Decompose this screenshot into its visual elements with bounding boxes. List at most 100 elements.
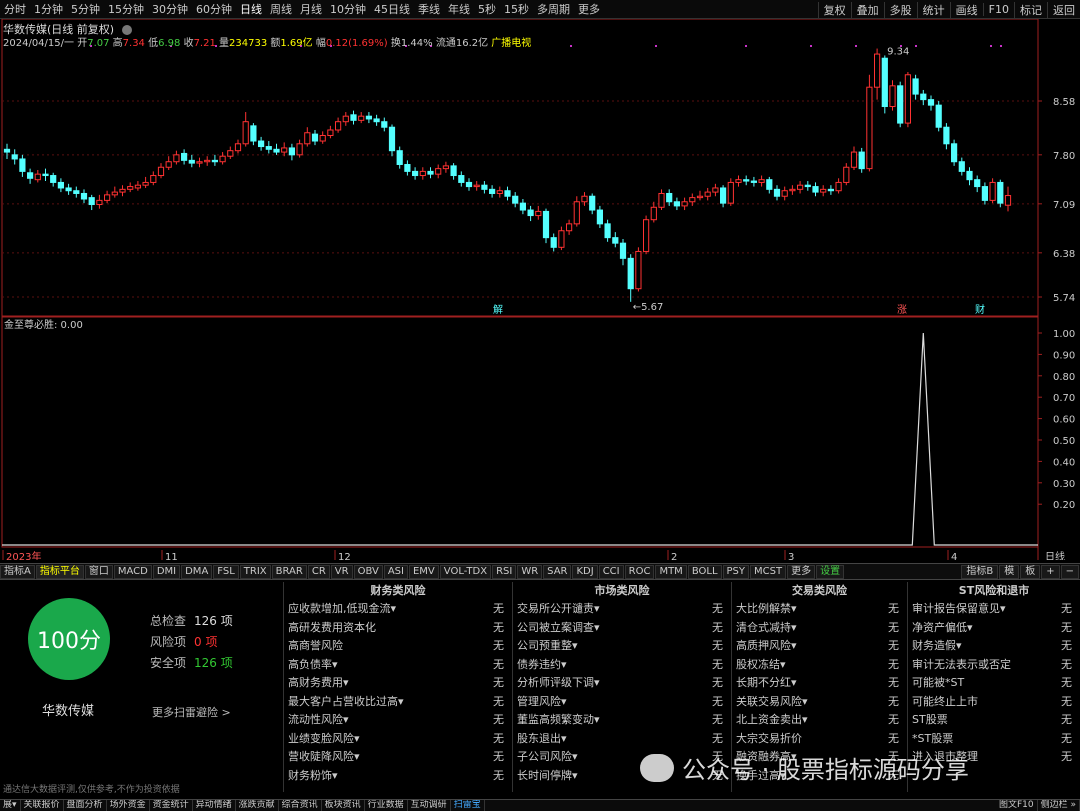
risk-item[interactable]: 可能终止上市 无 bbox=[908, 693, 1080, 712]
period-tab-10[interactable]: 45日线 bbox=[370, 1, 414, 17]
bottom-tab-1[interactable]: 关联报价 bbox=[21, 800, 64, 811]
bottom-tab-7[interactable]: 综合资讯 bbox=[279, 800, 322, 811]
indicator-tab-14[interactable]: VOL-TDX bbox=[439, 564, 492, 579]
bottom-tab-0[interactable]: 展▾ bbox=[0, 800, 21, 811]
indicator-tab-2[interactable]: 窗口 bbox=[84, 564, 113, 579]
risk-item[interactable]: 北上资金卖出▾ 无 bbox=[732, 711, 907, 730]
bottom-tab-10[interactable]: 互动调研 bbox=[408, 800, 451, 811]
bottom-tab-6[interactable]: 涨跌贡献 bbox=[236, 800, 279, 811]
period-tab-15[interactable]: 多周期 bbox=[533, 1, 574, 17]
indicator-tab-15[interactable]: RSI bbox=[492, 564, 517, 579]
indicator-tab-18[interactable]: KDJ bbox=[572, 564, 598, 579]
risk-item[interactable]: 最大客户占营收比过高▾ 无 bbox=[284, 693, 512, 712]
risk-item[interactable]: 审计无法表示或否定 无 bbox=[908, 656, 1080, 675]
bottom-tab-right-0[interactable]: 图文F10 bbox=[996, 800, 1038, 811]
risk-item[interactable]: 长期不分红▾ 无 bbox=[732, 674, 907, 693]
risk-item[interactable]: 债券违约▾ 无 bbox=[513, 656, 731, 675]
indicator-tab-right-1[interactable]: 模 bbox=[999, 565, 1020, 579]
risk-item[interactable]: 高质押风险▾ 无 bbox=[732, 637, 907, 656]
indicator-tab-1[interactable]: 指标平台 bbox=[35, 564, 84, 579]
indicator-tab-9[interactable]: CR bbox=[307, 564, 330, 579]
period-tab-9[interactable]: 10分钟 bbox=[326, 1, 370, 17]
toolbar-tool-4[interactable]: 画线 bbox=[949, 1, 983, 18]
period-tab-0[interactable]: 分时 bbox=[0, 1, 30, 17]
risk-item[interactable]: 业绩变脸风险▾ 无 bbox=[284, 730, 512, 749]
indicator-tab-4[interactable]: DMI bbox=[152, 564, 181, 579]
risk-item[interactable]: 财务粉饰▾ 无 bbox=[284, 767, 512, 786]
indicator-tab-20[interactable]: ROC bbox=[624, 564, 655, 579]
indicator-tab-0[interactable]: 指标A bbox=[0, 564, 35, 579]
risk-item[interactable]: 管理风险▾ 无 bbox=[513, 693, 731, 712]
risk-item[interactable]: ST股票 无 bbox=[908, 711, 1080, 730]
indicator-tab-12[interactable]: ASI bbox=[383, 564, 408, 579]
bottom-tab-3[interactable]: 场外资金 bbox=[107, 800, 150, 811]
bottom-tab-4[interactable]: 资金统计 bbox=[150, 800, 193, 811]
toolbar-tool-6[interactable]: 标记 bbox=[1014, 1, 1047, 18]
bottom-tab-8[interactable]: 板块资讯 bbox=[322, 800, 365, 811]
indicator-tab-11[interactable]: OBV bbox=[353, 564, 383, 579]
risk-item[interactable]: 高商誉风险 无 bbox=[284, 637, 512, 656]
toolbar-tool-5[interactable]: F10 bbox=[982, 3, 1014, 16]
risk-item[interactable]: 清仓式减持▾ 无 bbox=[732, 619, 907, 638]
risk-item[interactable]: 营收陡降风险▾ 无 bbox=[284, 748, 512, 767]
risk-item[interactable]: 交易所公开谴责▾ 无 bbox=[513, 600, 731, 619]
toolbar-tool-1[interactable]: 叠加 bbox=[850, 1, 884, 18]
indicator-tab-22[interactable]: BOLL bbox=[687, 564, 722, 579]
period-tab-12[interactable]: 年线 bbox=[444, 1, 474, 17]
risk-item[interactable]: 审计报告保留意见▾ 无 bbox=[908, 600, 1080, 619]
period-tab-13[interactable]: 5秒 bbox=[474, 1, 500, 17]
indicator-tab-10[interactable]: VR bbox=[330, 564, 353, 579]
risk-item[interactable]: 分析师评级下调▾ 无 bbox=[513, 674, 731, 693]
bottom-tab-5[interactable]: 异动情绪 bbox=[193, 800, 236, 811]
period-tab-14[interactable]: 15秒 bbox=[500, 1, 533, 17]
toolbar-tool-3[interactable]: 统计 bbox=[916, 1, 950, 18]
indicator-tab-6[interactable]: FSL bbox=[213, 564, 239, 579]
indicator-tab-5[interactable]: DMA bbox=[181, 564, 213, 579]
period-tab-16[interactable]: 更多 bbox=[574, 1, 604, 17]
risk-item[interactable]: 高财务费用▾ 无 bbox=[284, 674, 512, 693]
indicator-tab-right-3[interactable]: + bbox=[1041, 565, 1060, 579]
indicator-tab-right-0[interactable]: 指标B bbox=[961, 565, 999, 579]
indicator-tab-26[interactable]: 设置 bbox=[816, 564, 845, 579]
toolbar-tool-2[interactable]: 多股 bbox=[883, 1, 917, 18]
risk-item[interactable]: 股权冻结▾ 无 bbox=[732, 656, 907, 675]
indicator-tab-19[interactable]: CCI bbox=[598, 564, 624, 579]
indicator-tab-8[interactable]: BRAR bbox=[271, 564, 307, 579]
indicator-tab-24[interactable]: MCST bbox=[750, 564, 787, 579]
bottom-tab-9[interactable]: 行业数据 bbox=[365, 800, 408, 811]
indicator-tab-7[interactable]: TRIX bbox=[239, 564, 271, 579]
more-scan-link[interactable]: 更多扫雷避险 > bbox=[152, 704, 231, 720]
indicator-tab-16[interactable]: WR bbox=[517, 564, 543, 579]
period-tab-3[interactable]: 15分钟 bbox=[104, 1, 148, 17]
risk-item[interactable]: 董监高频繁变动▾ 无 bbox=[513, 711, 731, 730]
indicator-tab-17[interactable]: SAR bbox=[543, 564, 572, 579]
risk-item[interactable]: 公司被立案调查▾ 无 bbox=[513, 619, 731, 638]
indicator-tab-21[interactable]: MTM bbox=[655, 564, 687, 579]
period-tab-2[interactable]: 5分钟 bbox=[67, 1, 104, 17]
sector-link[interactable]: 广播电视 bbox=[491, 38, 531, 49]
indicator-tab-right-2[interactable]: 板 bbox=[1020, 565, 1041, 579]
period-tab-8[interactable]: 月线 bbox=[296, 1, 326, 17]
risk-item[interactable]: 财务造假▾ 无 bbox=[908, 637, 1080, 656]
risk-item[interactable]: *ST股票 无 bbox=[908, 730, 1080, 749]
period-tab-1[interactable]: 1分钟 bbox=[30, 1, 67, 17]
period-tab-11[interactable]: 季线 bbox=[414, 1, 444, 17]
risk-item[interactable]: 净资产偏低▾ 无 bbox=[908, 619, 1080, 638]
bottom-tab-11[interactable]: 扫雷宝 bbox=[451, 800, 485, 811]
risk-item[interactable]: 大比例解禁▾ 无 bbox=[732, 600, 907, 619]
bottom-tab-2[interactable]: 盘面分析 bbox=[64, 800, 107, 811]
risk-item[interactable]: 关联交易风险▾ 无 bbox=[732, 693, 907, 712]
indicator-tab-3[interactable]: MACD bbox=[113, 564, 152, 579]
risk-item[interactable]: 流动性风险▾ 无 bbox=[284, 711, 512, 730]
period-tab-4[interactable]: 30分钟 bbox=[148, 1, 192, 17]
period-tab-6[interactable]: 日线 bbox=[236, 1, 266, 17]
indicator-tab-right-4[interactable]: − bbox=[1060, 565, 1079, 579]
indicator-tab-23[interactable]: PSY bbox=[722, 564, 750, 579]
bottom-tab-right-1[interactable]: 侧边栏 » bbox=[1038, 800, 1080, 811]
risk-item[interactable]: 大宗交易折价 无 bbox=[732, 730, 907, 749]
risk-item[interactable]: 应收款增加,低现金流▾ 无 bbox=[284, 600, 512, 619]
risk-item[interactable]: 高研发费用资本化 无 bbox=[284, 619, 512, 638]
toolbar-tool-7[interactable]: 返回 bbox=[1047, 1, 1080, 18]
indicator-tab-25[interactable]: 更多 bbox=[787, 564, 816, 579]
period-tab-5[interactable]: 60分钟 bbox=[192, 1, 236, 17]
